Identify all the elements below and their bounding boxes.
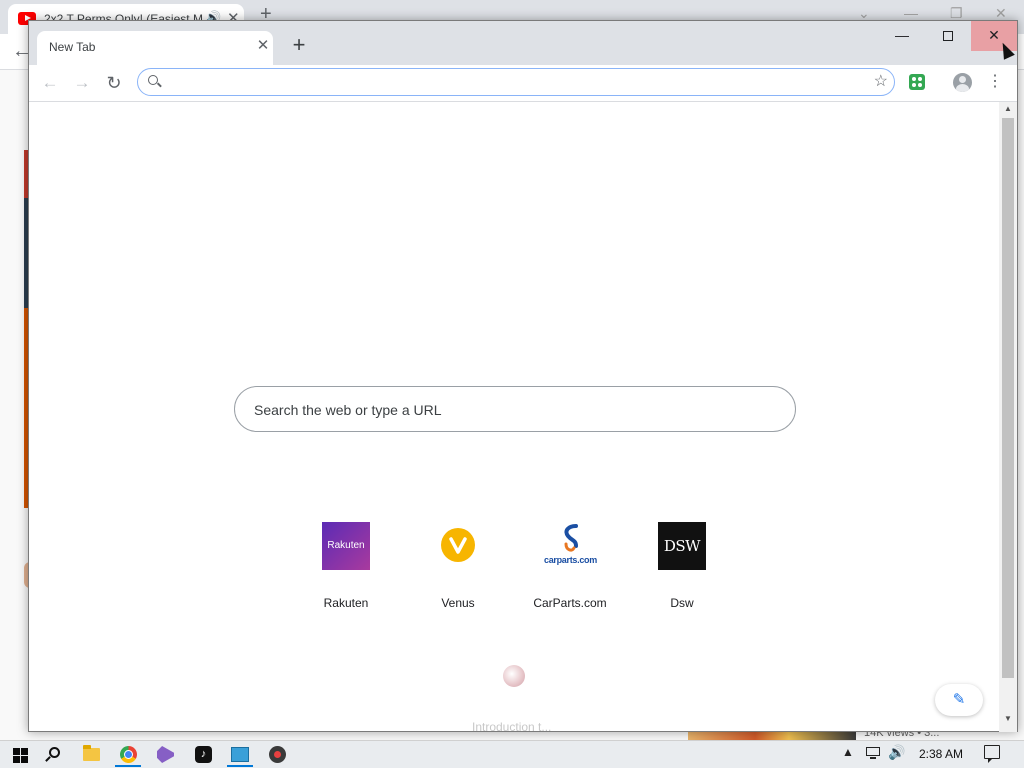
windows-logo-icon (21, 756, 28, 763)
new-tab-button[interactable]: + (287, 33, 311, 57)
volume-icon[interactable]: 🔊 (888, 744, 905, 761)
maximize-button[interactable] (925, 21, 971, 51)
chrome-taskbar-button[interactable] (111, 743, 145, 767)
action-center-icon[interactable] (984, 745, 1000, 763)
tab-close-icon[interactable]: ✕ (253, 36, 273, 56)
tab-title: New Tab (49, 40, 96, 54)
network-icon[interactable] (864, 745, 882, 761)
venus-logo (441, 528, 475, 562)
windows-logo-icon (13, 748, 20, 755)
chrome-icon (120, 746, 137, 763)
shortcut-label: Venus (441, 596, 475, 610)
tab-strip: New Tab ✕ + — ✕ (29, 21, 1017, 65)
shortcut-carparts[interactable]: carparts.com CarParts.com (514, 522, 626, 622)
background-video-caption: Introduction t... (472, 720, 552, 734)
search-placeholder: Search the web or type a URL (254, 402, 442, 418)
windows-logo-icon (13, 756, 20, 763)
venus-v-icon (449, 537, 467, 554)
tiktok-icon: ♪ (195, 746, 212, 763)
vertical-scrollbar[interactable]: ▲ ▼ (999, 102, 1017, 732)
extension-icon[interactable] (909, 74, 925, 90)
recorder-icon (269, 746, 286, 763)
reload-button[interactable]: ↻ (101, 71, 127, 97)
monitor-stand (870, 757, 876, 759)
carparts-logo: carparts.com (544, 522, 597, 570)
bookmark-star-icon[interactable]: ☆ (874, 71, 888, 91)
visual-studio-icon (157, 746, 174, 763)
scroll-down-arrow-icon[interactable]: ▼ (999, 714, 1017, 723)
tab-new-tab[interactable]: New Tab ✕ (37, 31, 273, 65)
app-window-icon (231, 747, 249, 762)
chrome-window: New Tab ✕ + — ✕ ← → ↻ ☆ ⋮ Search the web… (28, 20, 1018, 734)
taskbar: ♪ ▲ 🔊 2:38 AM (0, 740, 1024, 768)
shortcut-label: Rakuten (323, 596, 369, 610)
shortcut-venus[interactable]: Venus (402, 522, 514, 622)
tiktok-button[interactable]: ♪ (186, 743, 220, 767)
back-button[interactable]: ← (37, 71, 63, 97)
customize-button[interactable]: ✎ (935, 684, 983, 716)
shortcut-label: Dsw (670, 596, 694, 610)
background-minimize-icon[interactable]: — (904, 5, 918, 21)
rakuten-logo: Rakuten (322, 522, 370, 570)
address-input[interactable] (166, 73, 856, 91)
carparts-logo-text: carparts.com (544, 555, 597, 565)
pencil-icon: ✎ (952, 691, 966, 708)
app-taskbar-button[interactable] (223, 743, 257, 767)
file-explorer-button[interactable] (74, 743, 108, 767)
address-bar[interactable]: ☆ (137, 68, 895, 96)
shortcut-dsw[interactable]: DSW Dsw (626, 522, 738, 622)
dsw-logo: DSW (658, 522, 706, 570)
monitor-shape (866, 747, 880, 756)
shortcut-rakuten[interactable]: Rakuten Rakuten (290, 522, 402, 622)
folder-icon (83, 745, 100, 761)
browser-toolbar: ← → ↻ ☆ ⋮ (29, 65, 1017, 101)
ntp-search-box[interactable]: Search the web or type a URL (234, 386, 796, 432)
loading-icon (503, 665, 525, 687)
scrollbar-thumb[interactable] (1002, 118, 1014, 678)
search-icon (49, 747, 60, 758)
maximize-icon (943, 31, 953, 42)
forward-button[interactable]: → (69, 71, 95, 97)
profile-icon[interactable] (953, 73, 972, 92)
minimize-button[interactable]: — (879, 21, 925, 51)
taskbar-clock[interactable]: 2:38 AM (912, 747, 970, 761)
tray-chevron-up-icon[interactable]: ▲ (842, 745, 854, 759)
search-icon (148, 75, 158, 85)
start-button[interactable] (2, 743, 36, 767)
scroll-up-arrow-icon[interactable]: ▲ (999, 104, 1017, 113)
windows-logo-icon (21, 748, 28, 755)
new-tab-page: Search the web or type a URL Rakuten Rak… (29, 101, 1017, 734)
visual-studio-button[interactable] (148, 743, 182, 767)
taskbar-search-button[interactable] (38, 743, 72, 767)
kebab-menu-icon[interactable]: ⋮ (987, 72, 1003, 92)
shortcut-label: CarParts.com (533, 596, 607, 610)
recorder-button[interactable] (260, 743, 294, 767)
